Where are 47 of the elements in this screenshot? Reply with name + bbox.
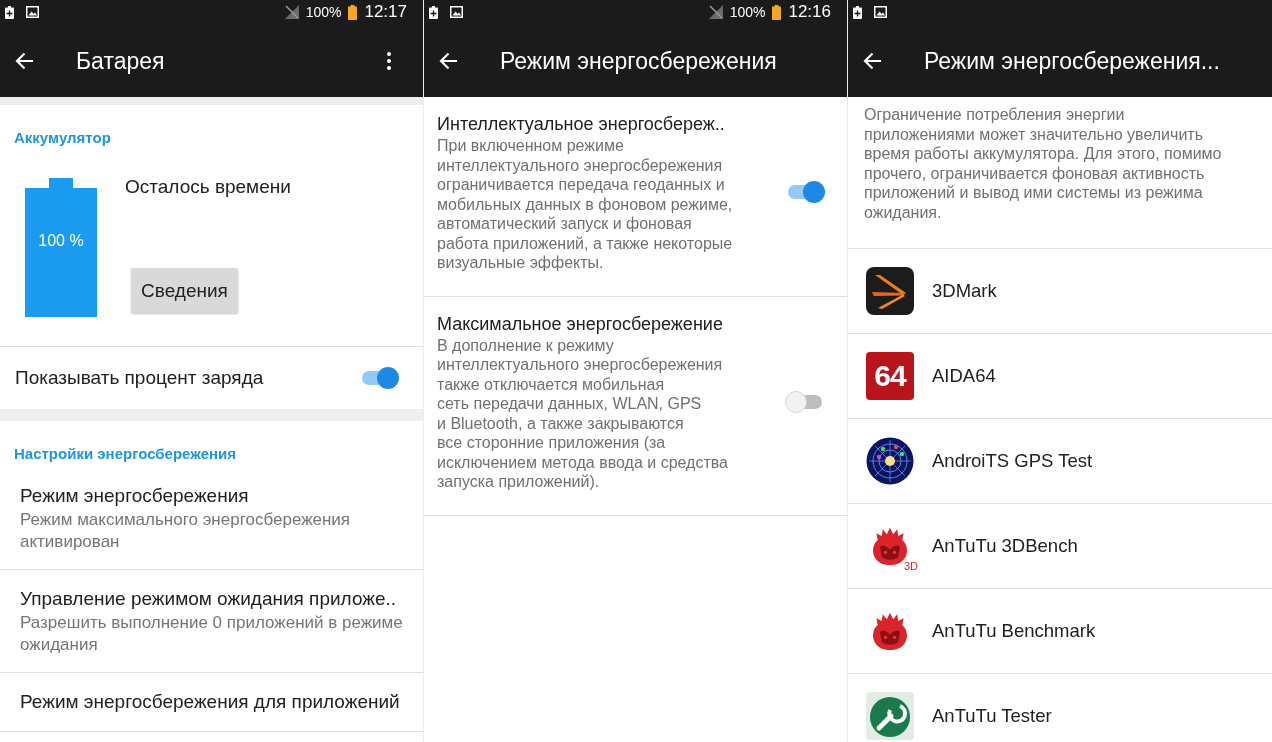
- image-icon: [874, 6, 887, 18]
- setting-summary: Режим максимального энергосбережения активирован: [20, 509, 351, 553]
- section-header: Аккумулятор: [14, 129, 111, 147]
- app-logo: 64: [866, 351, 914, 400]
- setting-title[interactable]: Управление режимом ожидания приложе..: [20, 586, 397, 612]
- battery-percentage: 100%: [729, 4, 766, 20]
- app-name[interactable]: AnTuTu Tester: [932, 704, 1052, 727]
- battery-plus-icon: [853, 5, 862, 19]
- image-icon: [26, 6, 39, 18]
- option-description: В дополнение к режиму интеллектуального энергосбережения также отключается мобильная сеть передачи данных, WLAN, GPS и Bluetooth, а также закрываются все сторонние приложения (за исключением метода ввода и средства запуска приложений).: [437, 335, 728, 492]
- screen-title: Режим энергосбережения: [500, 46, 777, 75]
- screen-title: Батарея: [76, 46, 165, 75]
- option-description: При включенном режиме интеллектуального энергосбережения ограничивается передача геоданных и мобильных данных в фоновом режиме, автоматический запуск и фоновая работа приложений, а также некоторые визуальные эффекты.: [437, 136, 733, 273]
- setting-title[interactable]: Режим энергосбережения для приложений: [20, 689, 400, 715]
- setting-title[interactable]: Режим энергосбережения: [20, 483, 249, 509]
- app-name[interactable]: AndroiTS GPS Test: [932, 449, 1093, 472]
- battery-plus-icon: [429, 5, 438, 19]
- back-arrow-icon[interactable]: [14, 50, 34, 71]
- info-paragraph: Ограничение потребления энергии приложениями может значительно увеличить время работы аккумулятора. Для этого, помимо прочего, ограничивается фоновая активность приложений и вывод ими системы из режима ожидания.: [864, 105, 1222, 223]
- back-arrow-icon[interactable]: [438, 50, 458, 71]
- option-title: Интеллектуальное энергосбереж..: [437, 113, 725, 136]
- back-arrow-icon[interactable]: [862, 50, 882, 71]
- app-name[interactable]: AnTuTu 3DBench: [932, 534, 1078, 557]
- section-header: Настройки энергосбережения: [14, 445, 237, 463]
- remaining-time-label: Осталось времени: [125, 175, 291, 199]
- battery-percentage: 100%: [305, 4, 342, 20]
- battery-percent-label: 100 %: [38, 231, 84, 251]
- app-name[interactable]: AnTuTu Benchmark: [932, 619, 1096, 642]
- screen-title: Режим энергосбережения...: [924, 46, 1220, 75]
- option-title: Максимальное энергосбережение: [437, 312, 723, 336]
- battery-plus-icon: [5, 5, 14, 19]
- no-signal-icon: [708, 5, 723, 19]
- details-button[interactable]: Сведения: [131, 268, 238, 313]
- radar-icon: [866, 436, 914, 485]
- kebab-menu-icon[interactable]: [387, 51, 391, 70]
- clock-time: 12:17: [364, 2, 407, 22]
- battery-icon: [772, 4, 782, 20]
- app-name[interactable]: 3DMark: [932, 279, 997, 302]
- setting-title[interactable]: Показывать процент заряда: [15, 365, 264, 391]
- battery-icon: [348, 4, 358, 20]
- app-name[interactable]: AIDA64: [932, 364, 996, 387]
- clock-time: 12:16: [788, 2, 831, 22]
- streaks-tile-icon: [866, 266, 914, 315]
- setting-summary: Разрешить выполнение 0 приложений в режиме ожидания: [20, 612, 403, 656]
- image-icon: [450, 6, 463, 18]
- no-signal-icon: [284, 5, 299, 19]
- icon-caption: 3D: [903, 559, 918, 572]
